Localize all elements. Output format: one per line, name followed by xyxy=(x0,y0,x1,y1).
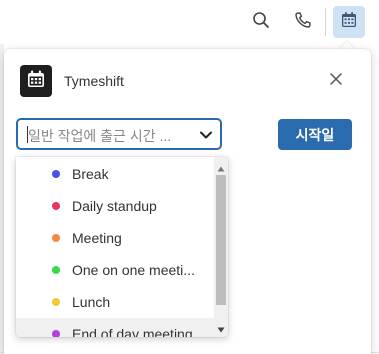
activity-select-placeholder: 일반 작업에 출근 시간 ... xyxy=(28,128,172,144)
close-button[interactable] xyxy=(326,71,346,91)
scroll-down-icon[interactable] xyxy=(217,321,225,333)
color-dot xyxy=(52,202,60,210)
phone-button[interactable] xyxy=(288,6,318,38)
scrollbar-thumb[interactable] xyxy=(216,175,226,305)
dropdown-option-meeting[interactable]: Meeting xyxy=(16,222,214,254)
activity-dropdown: Break Daily standup Meeting One on one m… xyxy=(16,157,228,337)
option-label: Break xyxy=(72,166,109,182)
search-icon xyxy=(252,11,270,34)
calendar-icon xyxy=(26,69,46,94)
dropdown-option-break[interactable]: Break xyxy=(16,158,214,190)
calendar-button[interactable] xyxy=(333,6,365,38)
dropdown-option-lunch[interactable]: Lunch xyxy=(16,286,214,318)
scroll-up-icon[interactable] xyxy=(217,160,225,172)
search-button[interactable] xyxy=(246,6,276,38)
dropdown-option-end-of-day-meeting[interactable]: End of day meeting xyxy=(16,318,214,337)
color-dot xyxy=(52,298,60,306)
close-icon xyxy=(329,72,343,91)
calendar-icon xyxy=(340,11,358,34)
start-button[interactable]: 시작일 xyxy=(278,119,352,150)
color-dot xyxy=(52,266,60,274)
option-label: End of day meeting xyxy=(72,326,193,337)
dropdown-scrollbar[interactable] xyxy=(214,157,228,337)
toolbar-divider xyxy=(325,8,326,36)
dropdown-option-one-on-one[interactable]: One on one meeti... xyxy=(16,254,214,286)
chevron-down-icon[interactable] xyxy=(198,127,214,143)
app-name: Tymeshift xyxy=(64,73,124,89)
top-toolbar xyxy=(0,0,379,44)
page: Tymeshift 일반 작업에 출근 시간 ... 시작일 Break Dai… xyxy=(0,0,379,354)
tymeshift-logo xyxy=(20,65,52,97)
option-label: Lunch xyxy=(72,294,111,310)
activity-select[interactable]: 일반 작업에 출근 시간 ... xyxy=(16,118,222,150)
option-label: Daily standup xyxy=(72,198,157,214)
color-dot xyxy=(52,234,60,242)
color-dot xyxy=(52,170,60,178)
phone-icon xyxy=(294,11,312,34)
option-label: One on one meeti... xyxy=(72,262,195,278)
color-dot xyxy=(52,330,60,337)
dropdown-option-daily-standup[interactable]: Daily standup xyxy=(16,190,214,222)
option-label: Meeting xyxy=(72,230,122,246)
